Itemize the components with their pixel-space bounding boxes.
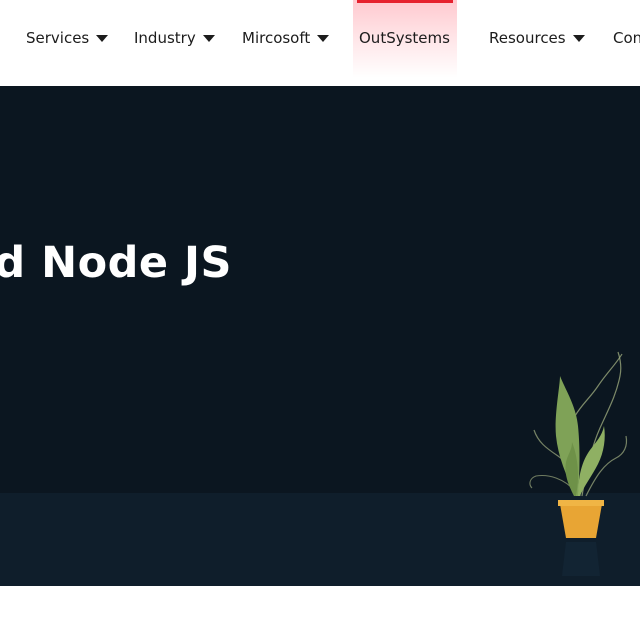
nav-item-services[interactable]: Services (26, 26, 109, 50)
nav-item-label: Resources (489, 29, 566, 47)
caret-down-icon (317, 35, 330, 42)
nav-item-label: Mircosoft (242, 29, 311, 47)
nav-item-label: Industry (134, 29, 196, 47)
hero-banner: d Node JS (0, 86, 640, 586)
caret-down-icon (572, 35, 585, 42)
nav-active-indicator (357, 0, 453, 3)
potted-plant-icon (529, 351, 628, 576)
nav-item-label: Services (26, 29, 90, 47)
nav-item-label: OutSystems (359, 29, 450, 47)
nav-item-resources[interactable]: Resources (489, 26, 585, 50)
hero-title: d Node JS (0, 238, 232, 288)
caret-down-icon (96, 35, 109, 42)
top-navigation: Services Industry Mircosoft OutSystems R… (0, 0, 640, 86)
content-area (0, 586, 640, 640)
page: Services Industry Mircosoft OutSystems R… (0, 0, 640, 640)
nav-item-label: Con (613, 29, 640, 47)
nav-item-industry[interactable]: Industry (134, 26, 215, 50)
nav-item-contact[interactable]: Con (613, 26, 640, 50)
caret-down-icon (202, 35, 215, 42)
nav-item-outsystems[interactable]: OutSystems (359, 26, 450, 50)
nav-item-mircosoft[interactable]: Mircosoft (242, 26, 330, 50)
